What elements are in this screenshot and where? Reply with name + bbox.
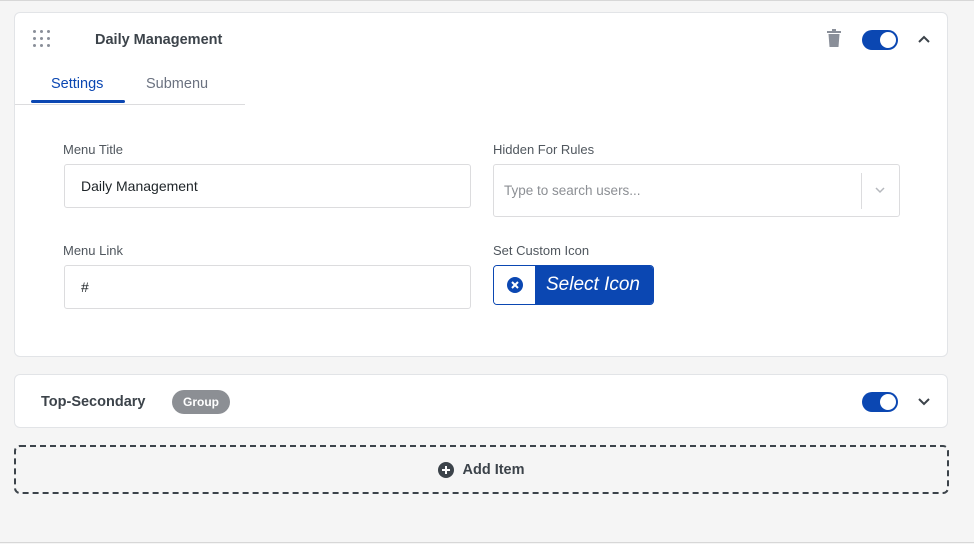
tab-submenu[interactable]: Submenu: [146, 76, 208, 92]
group-item-title: Top-Secondary: [41, 394, 146, 410]
chevron-down-icon[interactable]: [874, 184, 886, 196]
hidden-rules-select[interactable]: Type to search users...: [493, 164, 900, 217]
clear-icon-button[interactable]: [494, 266, 535, 304]
menu-link-input[interactable]: #: [64, 265, 471, 309]
menu-item-title: Daily Management: [95, 32, 223, 48]
select-separator: [861, 173, 862, 209]
select-icon-button[interactable]: Select Icon: [535, 266, 653, 304]
hidden-rules-label: Hidden For Rules: [493, 142, 595, 157]
add-item-label: Add Item: [462, 461, 525, 478]
trash-icon[interactable]: [827, 29, 841, 47]
group-badge: Group: [172, 390, 230, 414]
add-item-button[interactable]: Add Item: [14, 445, 949, 494]
menu-title-input[interactable]: Daily Management: [64, 164, 471, 208]
menu-link-label: Menu Link: [63, 243, 123, 258]
icon-picker: Select Icon: [493, 265, 654, 305]
top-divider: [0, 0, 974, 1]
group-item-card[interactable]: Top-Secondary Group: [14, 374, 948, 428]
tab-bar: Settings Submenu: [15, 71, 245, 105]
drag-handle-icon[interactable]: [33, 30, 53, 50]
tab-settings[interactable]: Settings: [51, 76, 103, 92]
menu-title-label: Menu Title: [63, 142, 123, 157]
menu-item-enabled-toggle[interactable]: [862, 30, 898, 50]
hidden-rules-placeholder: Type to search users...: [504, 183, 641, 198]
close-circle-icon: [506, 277, 523, 293]
group-item-enabled-toggle[interactable]: [862, 392, 898, 412]
active-tab-indicator: [31, 100, 125, 103]
chevron-down-icon[interactable]: [917, 394, 931, 408]
custom-icon-label: Set Custom Icon: [493, 243, 590, 258]
chevron-up-icon[interactable]: [917, 32, 931, 46]
plus-circle-icon: [438, 461, 455, 478]
menu-item-card: Daily Management Settings Submenu Menu T…: [14, 12, 948, 357]
bottom-divider: [0, 542, 974, 543]
